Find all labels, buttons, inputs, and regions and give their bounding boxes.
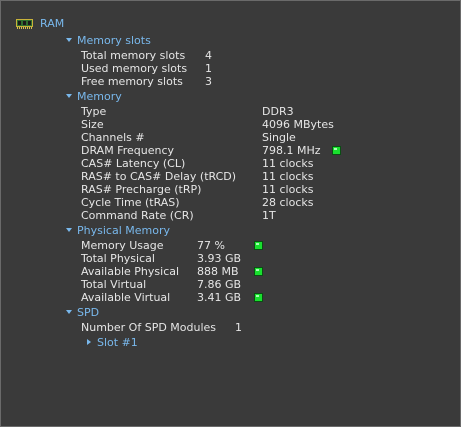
status-indicator-icon[interactable] bbox=[254, 293, 263, 302]
row-label: Total Virtual bbox=[81, 278, 147, 291]
row-label: Available Physical bbox=[81, 265, 180, 278]
row-value: 11 clocks bbox=[262, 170, 314, 183]
section-header-memory-slots[interactable]: Memory slots bbox=[77, 34, 151, 47]
row-label: Available Virtual bbox=[81, 291, 171, 304]
row-label: Channels # bbox=[81, 131, 145, 144]
row-value: 798.1 MHz bbox=[262, 144, 321, 157]
collapse-arrow-icon[interactable] bbox=[66, 310, 72, 314]
row-label: Used memory slots bbox=[81, 62, 188, 75]
row-value: 1 bbox=[235, 321, 242, 334]
section-header-physical-memory[interactable]: Physical Memory bbox=[77, 224, 170, 237]
row-value: 1 bbox=[205, 62, 212, 75]
row-value: 1T bbox=[262, 209, 276, 222]
row-value: 28 clocks bbox=[262, 196, 314, 209]
row-label: RAS# Precharge (tRP) bbox=[81, 183, 202, 196]
ram-chip-icon bbox=[16, 19, 33, 29]
status-indicator-icon[interactable] bbox=[332, 146, 341, 155]
row-value: 3.41 GB bbox=[197, 291, 242, 304]
status-indicator-icon[interactable] bbox=[254, 241, 263, 250]
row-label: Total Physical bbox=[81, 252, 155, 265]
status-indicator-icon[interactable] bbox=[254, 267, 263, 276]
row-label: Free memory slots bbox=[81, 75, 183, 88]
row-value: Single bbox=[262, 131, 296, 144]
tree-node-slot-1[interactable]: Slot #1 bbox=[97, 336, 138, 349]
expand-arrow-icon[interactable] bbox=[87, 339, 91, 345]
row-label: DRAM Frequency bbox=[81, 144, 175, 157]
row-value: 4096 MBytes bbox=[262, 118, 334, 131]
row-label: Number Of SPD Modules bbox=[81, 321, 217, 334]
collapse-arrow-icon[interactable] bbox=[66, 228, 72, 232]
row-value: 11 clocks bbox=[262, 157, 314, 170]
row-value: 3 bbox=[205, 75, 212, 88]
row-value: 3.93 GB bbox=[197, 252, 242, 265]
section-header-spd[interactable]: SPD bbox=[77, 306, 99, 319]
row-label: Command Rate (CR) bbox=[81, 209, 194, 222]
row-value: 11 clocks bbox=[262, 183, 314, 196]
row-label: Type bbox=[81, 105, 107, 118]
row-value: 4 bbox=[205, 49, 212, 62]
tree-node-label: RAM bbox=[40, 17, 65, 30]
collapse-arrow-icon[interactable] bbox=[66, 94, 72, 98]
row-label: RAS# to CAS# Delay (tRCD) bbox=[81, 170, 237, 183]
ram-info-panel: RAM Memory slots Total memory slots 4 Us… bbox=[0, 0, 461, 427]
row-label: Memory Usage bbox=[81, 239, 164, 252]
collapse-arrow-icon[interactable] bbox=[66, 38, 72, 42]
row-label: Size bbox=[81, 118, 104, 131]
row-label: Cycle Time (tRAS) bbox=[81, 196, 180, 209]
tree-node-ram[interactable]: RAM bbox=[40, 17, 64, 30]
row-value: 888 MB bbox=[197, 265, 239, 278]
section-header-memory[interactable]: Memory bbox=[77, 90, 122, 103]
row-value: 77 % bbox=[197, 239, 225, 252]
row-label: Total memory slots bbox=[81, 49, 186, 62]
row-label: CAS# Latency (CL) bbox=[81, 157, 186, 170]
row-value: 7.86 GB bbox=[197, 278, 242, 291]
row-value: DDR3 bbox=[262, 105, 294, 118]
